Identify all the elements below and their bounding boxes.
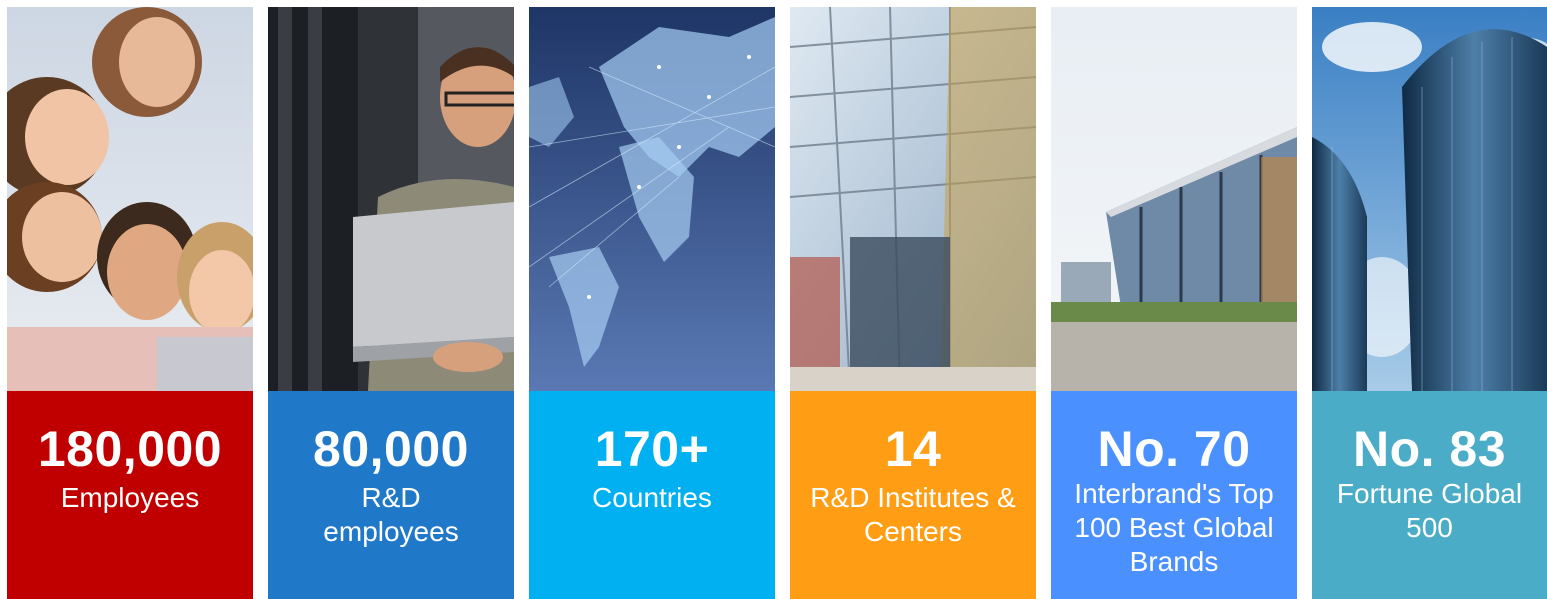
photo-engineer-laptop [268, 7, 514, 391]
stat-panel-fortune: No. 83 Fortune Global 500 [1312, 391, 1547, 599]
stat-value: 14 [884, 421, 942, 477]
stat-label: Employees [60, 482, 200, 513]
photo-skyscrapers [1312, 7, 1547, 391]
stat-value: No. 83 [1352, 421, 1507, 477]
stat-label: R&D employees [323, 482, 459, 547]
stat-label: Countries [592, 482, 712, 513]
photo-group-of-people [7, 7, 253, 391]
stat-label: Interbrand's Top 100 Best Global Brands [1074, 478, 1274, 577]
stat-panel-rd-employees: 80,000 R&D employees [268, 391, 514, 599]
stat-value: 180,000 [37, 421, 223, 477]
stat-value: No. 70 [1097, 421, 1251, 477]
photo-office-building [1051, 7, 1297, 391]
stat-card-rd-employees: 80,000 R&D employees [268, 7, 514, 599]
stat-panel-institutes: 14 R&D Institutes & Centers [790, 391, 1036, 599]
stat-panel-countries: 170+ Countries [529, 391, 775, 599]
stat-label: R&D Institutes & Centers [810, 482, 1016, 547]
stat-label: Fortune Global 500 [1336, 478, 1523, 543]
stat-card-brands: No. 70 Interbrand's Top 100 Best Global … [1051, 7, 1297, 599]
stat-card-countries: 170+ Countries [529, 7, 775, 599]
stat-card-institutes: 14 R&D Institutes & Centers [790, 7, 1036, 599]
photo-world-map [529, 7, 775, 391]
stat-value: 170+ [594, 421, 710, 477]
stat-card-fortune: No. 83 Fortune Global 500 [1312, 7, 1547, 599]
stat-value: 80,000 [313, 421, 469, 477]
photo-glass-atrium [790, 7, 1036, 391]
stat-panel-employees: 180,000 Employees [7, 391, 253, 599]
stat-panel-brands: No. 70 Interbrand's Top 100 Best Global … [1051, 391, 1297, 599]
stat-card-employees: 180,000 Employees [7, 7, 253, 599]
